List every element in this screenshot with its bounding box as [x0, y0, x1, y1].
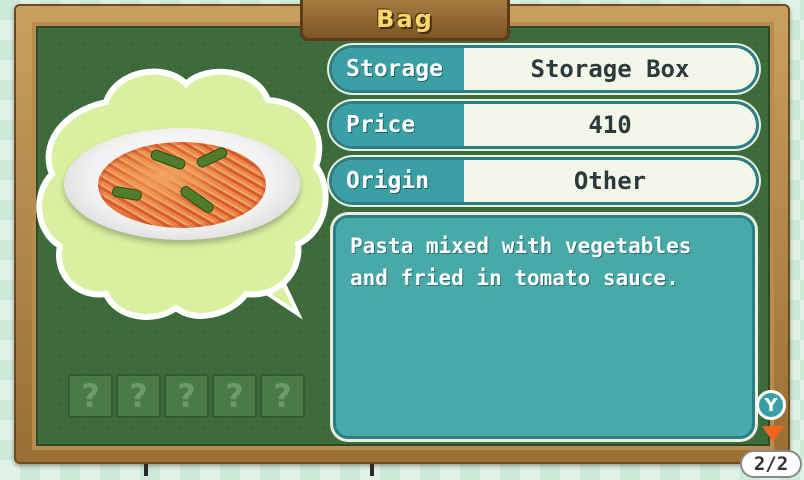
- price-label: Price: [332, 104, 464, 146]
- unknown-slot: ?: [116, 374, 161, 418]
- origin-value: Other: [573, 167, 647, 195]
- origin-label: Origin: [332, 160, 464, 202]
- title-tab: Bag: [300, 0, 510, 41]
- frame-notch: [144, 464, 148, 476]
- storage-row: Storage Storage Box: [332, 48, 756, 90]
- storage-value: Storage Box: [530, 55, 690, 83]
- price-row: Price 410: [332, 104, 756, 146]
- y-button-icon[interactable]: Y: [756, 390, 786, 420]
- pasta-image: [98, 142, 266, 228]
- y-button-label: Y: [764, 394, 778, 416]
- unknown-slots: ? ? ? ? ?: [68, 374, 305, 418]
- unknown-slot: ?: [212, 374, 257, 418]
- unknown-slot: ?: [68, 374, 113, 418]
- page-indicator: 2/2: [742, 452, 800, 476]
- page-title: Bag: [376, 5, 434, 33]
- unknown-slot: ?: [260, 374, 305, 418]
- frame-notch: [370, 464, 374, 476]
- storage-label: Storage: [332, 48, 464, 90]
- item-description: Pasta mixed with vegetables and fried in…: [350, 234, 692, 290]
- price-value: 410: [588, 111, 632, 139]
- description-box: Pasta mixed with vegetables and fried in…: [336, 218, 752, 436]
- origin-row: Origin Other: [332, 160, 756, 202]
- unknown-slot: ?: [164, 374, 209, 418]
- scroll-down-arrow-icon[interactable]: [762, 426, 784, 442]
